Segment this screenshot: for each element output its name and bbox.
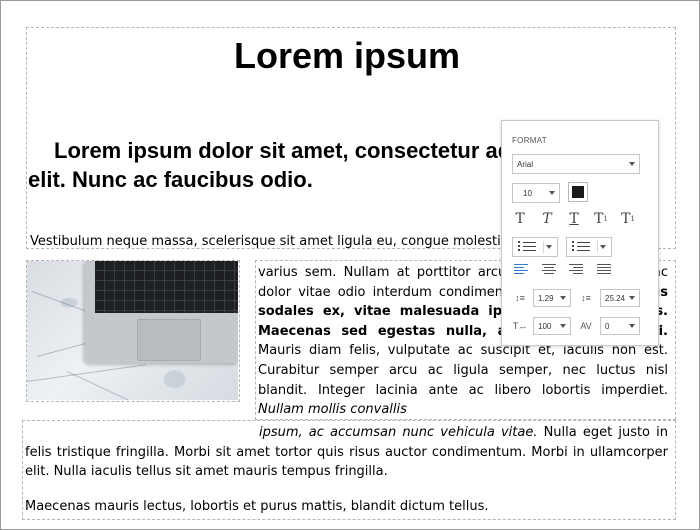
laptop-keyboard xyxy=(95,261,238,313)
text-color-swatch[interactable] xyxy=(568,182,588,202)
font-size-value: 10 xyxy=(523,188,532,198)
chevron-down-icon xyxy=(629,324,635,328)
font-family-select[interactable]: Arial xyxy=(512,154,640,174)
chevron-down-icon xyxy=(629,162,635,166)
chevron-down-icon xyxy=(560,324,566,328)
right-para-italic: Nullam mollis convallis xyxy=(258,402,407,418)
right-para-text-2: Mauris diam felis, vulputate ac suscipit… xyxy=(258,343,668,398)
bottom-para-italic: ipsum, ac accumsan nunc vehicula vitae. xyxy=(259,425,538,440)
chevron-down-icon xyxy=(546,245,552,249)
format-panel: FORMAT Arial 10 T T T T1 T1 ↕≡ 1.29 ↕≡ 2… xyxy=(501,120,659,346)
text-underline-icon[interactable]: T xyxy=(566,211,582,227)
align-center-icon[interactable] xyxy=(542,264,556,276)
line-height-icon: ↕≡ xyxy=(515,293,525,303)
line-height-select[interactable]: 1.29 xyxy=(533,289,571,307)
paragraph-spacing-icon: ↕≡ xyxy=(581,293,591,303)
character-spacing-value: 0 xyxy=(605,321,610,331)
numbered-list-dropdown[interactable] xyxy=(566,237,612,257)
word-spacing-icon: T↔ xyxy=(512,321,528,331)
character-spacing-select[interactable]: 0 xyxy=(600,317,640,335)
laptop-photo xyxy=(27,261,238,400)
text-superscript-icon[interactable]: T1 xyxy=(593,211,609,227)
bottom-paragraph: ipsum, ac accumsan nunc vehicula vitae. … xyxy=(25,423,668,482)
character-spacing-icon: AV xyxy=(580,321,592,331)
chevron-down-icon xyxy=(560,296,566,300)
color-fill xyxy=(572,186,584,198)
format-panel-heading: FORMAT xyxy=(512,136,547,145)
word-spacing-value: 100 xyxy=(538,321,552,331)
text-subscript-icon[interactable]: T1 xyxy=(620,211,636,227)
numbered-list-icon xyxy=(572,241,590,253)
chevron-down-icon xyxy=(549,191,555,195)
font-size-select[interactable]: 10 xyxy=(512,183,560,203)
chevron-down-icon xyxy=(629,296,635,300)
line-height-value: 1.29 xyxy=(538,293,554,303)
align-left-icon[interactable] xyxy=(514,264,528,276)
paragraph-spacing-select[interactable]: 25.24 xyxy=(600,289,640,307)
text-normal-icon[interactable]: T xyxy=(512,211,528,227)
text-italic-icon[interactable]: T xyxy=(539,211,555,227)
bulleted-list-icon xyxy=(518,241,536,253)
paragraph-spacing-value: 25.24 xyxy=(605,293,626,303)
word-spacing-select[interactable]: 100 xyxy=(533,317,571,335)
last-paragraph: Maecenas mauris lectus, lobortis et puru… xyxy=(25,499,489,514)
document-title: Lorem ipsum xyxy=(233,35,461,76)
bulleted-list-dropdown[interactable] xyxy=(512,237,558,257)
align-justify-icon[interactable] xyxy=(597,264,611,276)
font-family-value: Arial xyxy=(517,159,534,169)
laptop-trackpad xyxy=(137,319,201,361)
align-right-icon[interactable] xyxy=(569,264,583,276)
chevron-down-icon xyxy=(600,245,606,249)
